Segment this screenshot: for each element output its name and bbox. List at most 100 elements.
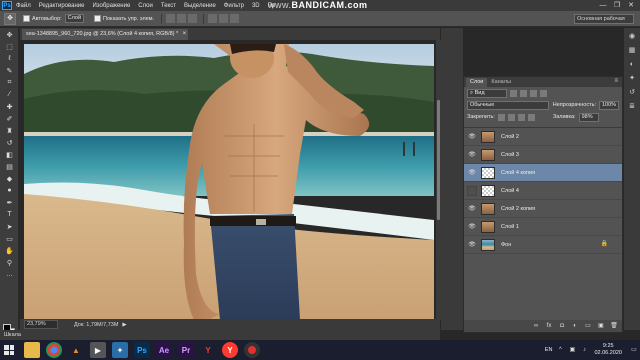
bandicam-icon[interactable] <box>244 342 260 358</box>
lock-position-icon[interactable] <box>517 113 525 121</box>
eraser-tool-icon[interactable]: ◧ <box>3 149 16 160</box>
document-canvas[interactable] <box>24 44 434 320</box>
show-transform-controls-checkbox[interactable] <box>94 15 102 22</box>
eyedropper-tool-icon[interactable]: ⁄ <box>3 89 16 100</box>
history-brush-tool-icon[interactable]: ↺ <box>3 137 16 148</box>
visibility-off-icon[interactable] <box>467 185 477 196</box>
more-tools-icon[interactable]: … <box>3 269 16 280</box>
brush-tool-icon[interactable]: ✐ <box>3 113 16 124</box>
menu-filter[interactable]: Фильтр <box>224 3 244 9</box>
healing-tool-icon[interactable]: ✚ <box>3 101 16 112</box>
gradient-tool-icon[interactable]: ▤ <box>3 161 16 172</box>
visibility-eye-icon[interactable]: 👁 <box>467 240 477 250</box>
layer-row[interactable]: 👁 Слой 3 <box>464 146 622 164</box>
zoom-tool-icon[interactable]: ⚲ <box>3 257 16 268</box>
link-layers-icon[interactable]: ∞ <box>532 322 540 330</box>
timeline-tab[interactable]: Шкала <box>0 330 440 340</box>
tab-channels[interactable]: Каналы <box>487 78 515 87</box>
new-layer-icon[interactable]: ▣ <box>597 322 605 330</box>
swatches-panel-icon[interactable]: ▦ <box>627 46 637 56</box>
clock[interactable]: 9:25 02.06.2020 <box>594 343 622 357</box>
close-tab-icon[interactable]: × <box>183 29 187 40</box>
menu-file[interactable]: Файл <box>16 3 31 9</box>
lasso-tool-icon[interactable]: ℓ <box>3 53 16 64</box>
fill-input[interactable]: 98% <box>578 112 599 122</box>
lock-all-icon[interactable] <box>527 113 535 121</box>
canvas-area[interactable] <box>20 40 440 320</box>
align-vcenter-icon[interactable] <box>177 14 187 23</box>
type-tool-icon[interactable]: T <box>3 209 16 220</box>
properties-panel-icon[interactable]: ≣ <box>627 102 637 112</box>
blur-tool-icon[interactable]: ◆ <box>3 173 16 184</box>
blend-mode-dropdown[interactable]: Обычные <box>467 100 549 110</box>
opacity-input[interactable]: 100% <box>599 100 619 110</box>
photoshop-taskbar-icon[interactable]: Ps <box>134 342 150 358</box>
layer-row[interactable]: 👁 Слой 2 <box>464 128 622 146</box>
layer-row[interactable]: Слой 4 <box>464 182 622 200</box>
move-tool-preset-icon[interactable]: ✥ <box>4 12 16 25</box>
premiere-icon[interactable]: Pr <box>178 342 194 358</box>
yandex-browser-icon[interactable]: Y <box>222 342 238 358</box>
filter-shape-icon[interactable] <box>540 89 547 97</box>
visibility-eye-icon[interactable]: 👁 <box>467 150 477 160</box>
document-tab[interactable]: sea-1348895_960_720.jpg @ 23,6% (Слой 4 … <box>22 29 189 40</box>
quick-select-tool-icon[interactable]: ✎ <box>3 65 16 76</box>
tray-arrow-icon[interactable]: ^ <box>556 346 564 354</box>
layer-row[interactable]: 👁 Слой 2 копия <box>464 200 622 218</box>
panel-menu-icon[interactable]: ≡ <box>614 78 618 84</box>
clone-stamp-tool-icon[interactable]: ♜ <box>3 125 16 136</box>
vlc-icon[interactable]: ▲ <box>68 342 84 358</box>
chrome-icon[interactable] <box>46 342 62 358</box>
menu-layers[interactable]: Слои <box>138 3 153 9</box>
minimize-button[interactable]: — <box>596 1 610 10</box>
adjustments-panel-icon[interactable]: ◐ <box>627 60 637 70</box>
start-button[interactable] <box>0 340 18 360</box>
workspace-dropdown[interactable]: Основная рабочая <box>574 14 634 24</box>
menu-type[interactable]: Текст <box>161 3 176 9</box>
layer-row-selected[interactable]: 👁 Слой 4 копия <box>464 164 622 182</box>
lock-transparency-icon[interactable] <box>497 113 505 121</box>
notifications-icon[interactable]: ▭ <box>630 346 638 354</box>
menu-select[interactable]: Выделение <box>184 3 216 9</box>
filter-pixel-icon[interactable] <box>510 89 517 97</box>
network-icon[interactable]: ▣ <box>568 346 576 354</box>
dodge-tool-icon[interactable]: ● <box>3 185 16 196</box>
menu-image[interactable]: Изображение <box>92 3 130 9</box>
align-hcenter-icon[interactable] <box>219 14 229 23</box>
autoselect-checkbox[interactable] <box>23 15 30 22</box>
filter-adjust-icon[interactable] <box>520 89 527 97</box>
menu-3d[interactable]: 3D <box>252 3 260 9</box>
scrollbar-thumb[interactable] <box>437 100 440 220</box>
history-panel-icon[interactable]: ↺ <box>627 88 637 98</box>
maximize-button[interactable]: ❐ <box>610 1 624 10</box>
layer-row[interactable]: 👁 Слой 1 <box>464 218 622 236</box>
align-bottom-icon[interactable] <box>188 14 198 23</box>
volume-icon[interactable]: ♪ <box>580 346 588 354</box>
delete-layer-icon[interactable]: 🗑 <box>610 322 618 330</box>
status-menu-arrow-icon[interactable]: ▶ <box>122 322 126 328</box>
visibility-eye-icon[interactable]: 👁 <box>467 204 477 214</box>
add-mask-icon[interactable]: ◘ <box>558 322 566 330</box>
layer-style-icon[interactable]: fx <box>545 322 553 330</box>
yandex-icon[interactable]: Y <box>200 342 216 358</box>
media-player-icon[interactable]: ▶ <box>90 342 106 358</box>
align-right-icon[interactable] <box>230 14 240 23</box>
layer-row[interactable]: 👁 Фон 🔒 <box>464 236 622 254</box>
new-group-icon[interactable]: ▭ <box>584 322 592 330</box>
align-left-icon[interactable] <box>208 14 218 23</box>
align-top-icon[interactable] <box>166 14 176 23</box>
after-effects-icon[interactable]: Ae <box>156 342 172 358</box>
close-button[interactable]: ✕ <box>624 1 638 10</box>
marquee-tool-icon[interactable]: ⬚ <box>3 41 16 52</box>
layer-filter-dropdown[interactable]: ⌕ Вид <box>467 88 507 98</box>
pen-tool-icon[interactable]: ✒ <box>3 197 16 208</box>
visibility-eye-icon[interactable]: 👁 <box>467 132 477 142</box>
zoom-input[interactable]: 23,79% <box>24 320 58 329</box>
autoselect-dropdown[interactable]: Слой <box>64 14 85 23</box>
crop-tool-icon[interactable]: ⌗ <box>3 77 16 88</box>
visibility-eye-icon[interactable]: 👁 <box>467 222 477 232</box>
app-icon[interactable]: ✦ <box>112 342 128 358</box>
visibility-eye-icon[interactable]: 👁 <box>467 168 477 178</box>
move-tool-icon[interactable]: ✥ <box>3 29 16 40</box>
file-explorer-icon[interactable] <box>24 342 40 358</box>
